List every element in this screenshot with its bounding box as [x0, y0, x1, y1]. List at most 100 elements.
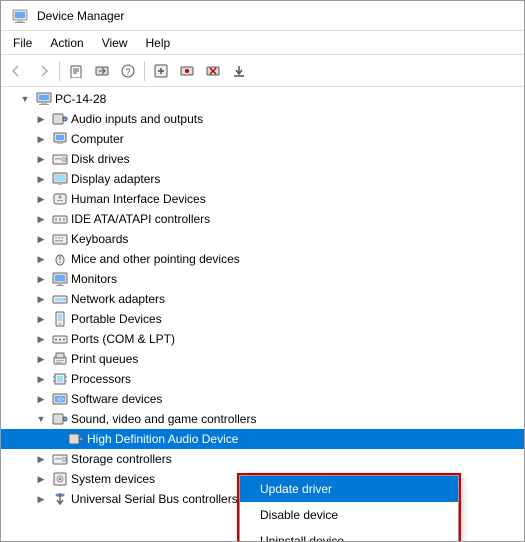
back-button[interactable]: [5, 59, 29, 83]
tree-ports[interactable]: ▶ Ports (COM & LPT): [1, 329, 524, 349]
root-label: PC-14-28: [55, 92, 106, 106]
menu-bar: File Action View Help: [1, 31, 524, 55]
device-manager-window: Device Manager File Action View Help: [0, 0, 525, 542]
help-button[interactable]: ?: [116, 59, 140, 83]
tree-mice[interactable]: ▶ Mice and other pointing devices: [1, 249, 524, 269]
tree-display[interactable]: ▶ Display adapters: [1, 169, 524, 189]
device-tree: ▼ PC-14-28 ▶: [1, 87, 524, 511]
tree-root[interactable]: ▼ PC-14-28: [1, 89, 524, 109]
tree-print[interactable]: ▶ Print queues: [1, 349, 524, 369]
menu-help[interactable]: Help: [138, 34, 179, 52]
app-icon: [12, 8, 28, 24]
tree-computer[interactable]: ▶ Computer: [1, 129, 524, 149]
print-icon: [52, 351, 68, 367]
context-uninstall-device[interactable]: Uninstall device: [240, 528, 458, 541]
svg-text:</>: </>: [57, 397, 64, 403]
title-bar: Device Manager: [1, 1, 524, 31]
window-title: Device Manager: [37, 9, 124, 23]
processors-expand[interactable]: ▶: [33, 371, 49, 387]
tree-monitors[interactable]: ▶ Monitors: [1, 269, 524, 289]
download-button[interactable]: [227, 59, 251, 83]
network-label: Network adapters: [71, 292, 165, 306]
disk-icon: [52, 151, 68, 167]
content-area: ▼ PC-14-28 ▶: [1, 87, 524, 541]
hd-audio-label: High Definition Audio Device: [87, 432, 238, 446]
tree-portable[interactable]: ▶ Portable Devices: [1, 309, 524, 329]
ports-label: Ports (COM & LPT): [71, 332, 175, 346]
software-expand[interactable]: ▶: [33, 391, 49, 407]
portable-icon: [52, 311, 68, 327]
usb-expand[interactable]: ▶: [33, 491, 49, 507]
tree-hd-audio[interactable]: ▶ High Definition Audio Device: [1, 429, 524, 449]
tree-software[interactable]: ▶ </> Software devices: [1, 389, 524, 409]
system-label: System devices: [71, 472, 155, 486]
audio-label: Audio inputs and outputs: [71, 112, 203, 126]
usb-icon: [52, 491, 68, 507]
portable-expand[interactable]: ▶: [33, 311, 49, 327]
computer-label: Computer: [71, 132, 124, 146]
computer-icon: [36, 91, 52, 107]
disable-button[interactable]: [175, 59, 199, 83]
context-update-driver[interactable]: Update driver: [240, 476, 458, 502]
menu-file[interactable]: File: [5, 34, 40, 52]
ide-expand[interactable]: ▶: [33, 211, 49, 227]
tree-keyboards[interactable]: ▶ Keyboards: [1, 229, 524, 249]
display-label: Display adapters: [71, 172, 160, 186]
sound-label: Sound, video and game controllers: [71, 412, 256, 426]
audio-expand[interactable]: ▶: [33, 111, 49, 127]
update-driver-button[interactable]: [90, 59, 114, 83]
disk-expand[interactable]: ▶: [33, 151, 49, 167]
sound-icon: [52, 411, 68, 427]
ports-icon: [52, 331, 68, 347]
forward-button[interactable]: [31, 59, 55, 83]
keyboard-icon: [52, 231, 68, 247]
display-expand[interactable]: ▶: [33, 171, 49, 187]
uninstall-button[interactable]: [201, 59, 225, 83]
computer-expand[interactable]: ▶: [33, 131, 49, 147]
processor-icon: [52, 371, 68, 387]
portable-label: Portable Devices: [71, 312, 162, 326]
hid-expand[interactable]: ▶: [33, 191, 49, 207]
storage-label: Storage controllers: [71, 452, 172, 466]
tree-storage[interactable]: ▶ Storage controllers: [1, 449, 524, 469]
ports-expand[interactable]: ▶: [33, 331, 49, 347]
storage-expand[interactable]: ▶: [33, 451, 49, 467]
tree-processors[interactable]: ▶ Processors: [1, 369, 524, 389]
context-menu: Update driver Disable device Uninstall d…: [239, 475, 459, 541]
tree-sound[interactable]: ▼ Sound, video and game controllers: [1, 409, 524, 429]
ide-label: IDE ATA/ATAPI controllers: [71, 212, 210, 226]
network-expand[interactable]: ▶: [33, 291, 49, 307]
hid-icon: [52, 191, 68, 207]
tree-ide[interactable]: ▶ IDE ATA/ATAPI controllers: [1, 209, 524, 229]
system-expand[interactable]: ▶: [33, 471, 49, 487]
mice-expand[interactable]: ▶: [33, 251, 49, 267]
toolbar: ?: [1, 55, 524, 87]
hd-audio-icon: [68, 431, 84, 447]
monitors-expand[interactable]: ▶: [33, 271, 49, 287]
keyboards-expand[interactable]: ▶: [33, 231, 49, 247]
storage-icon: [52, 451, 68, 467]
tree-hid[interactable]: ▶ Human Interface Devices: [1, 189, 524, 209]
software-icon: </>: [52, 391, 68, 407]
monitor-icon: [52, 271, 68, 287]
context-disable-device[interactable]: Disable device: [240, 502, 458, 528]
tree-audio[interactable]: ▶ Audio inputs and outputs: [1, 109, 524, 129]
print-label: Print queues: [71, 352, 138, 366]
audio-icon: [52, 111, 68, 127]
usb-label: Universal Serial Bus controllers: [71, 492, 238, 506]
monitors-label: Monitors: [71, 272, 117, 286]
menu-action[interactable]: Action: [42, 34, 91, 52]
processors-label: Processors: [71, 372, 131, 386]
menu-view[interactable]: View: [94, 34, 136, 52]
toolbar-sep-1: [59, 61, 60, 81]
scan-button[interactable]: [149, 59, 173, 83]
properties-button[interactable]: [64, 59, 88, 83]
hid-label: Human Interface Devices: [71, 192, 206, 206]
tree-disk[interactable]: ▶ Disk drives: [1, 149, 524, 169]
mice-label: Mice and other pointing devices: [71, 252, 240, 266]
system-icon: [52, 471, 68, 487]
tree-network[interactable]: ▶ Network adapters: [1, 289, 524, 309]
sound-expand[interactable]: ▼: [33, 411, 49, 427]
print-expand[interactable]: ▶: [33, 351, 49, 367]
root-expand[interactable]: ▼: [17, 91, 33, 107]
